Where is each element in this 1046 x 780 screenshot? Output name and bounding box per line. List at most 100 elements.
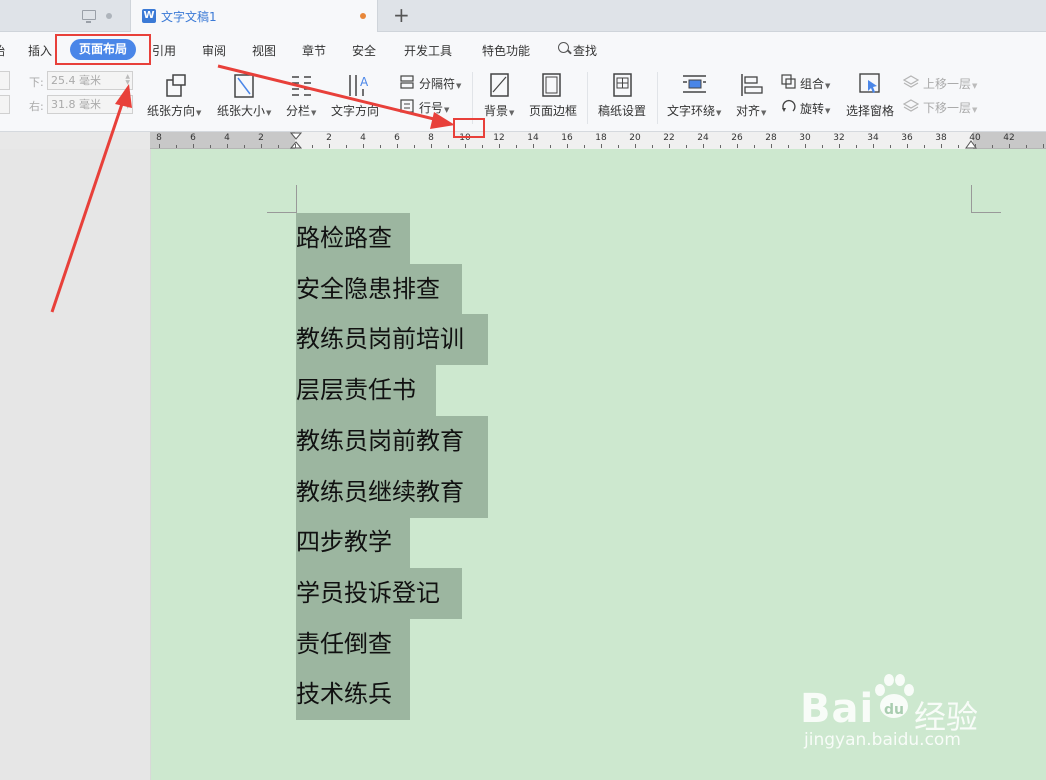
spin-arrows-icon[interactable]: ▲ ▼ [125,74,130,86]
ruler-tick [533,144,534,148]
selection-pane-button[interactable]: 选择窗格 [846,102,894,119]
text-direction-icon[interactable]: A [347,72,373,98]
rotate-button[interactable]: 旋转▼ [800,100,830,117]
document-line[interactable]: 路检路查 [296,213,410,264]
document-line[interactable]: 技术练兵 [296,669,410,720]
ruler-number: 42 [1003,133,1015,143]
ruler-tick [720,145,721,148]
toolbar-divider [587,72,588,124]
document-tab[interactable]: W 文字文稿1 [130,0,378,33]
ruler-tick [635,144,636,148]
toolbar-divider [472,72,473,124]
page-layout-toolbar: 下: 25.4 毫米 ▲ ▼ 右: 31.8 毫米 ▲ ▼ 纸张方向▼ 纸张大小▼ … [0,66,1046,132]
group-button[interactable]: 组合▼ [800,75,830,92]
margin-left-spinner[interactable] [0,95,10,114]
watermark-brand: Bai [800,686,875,732]
document-line[interactable]: 教练员继续教育 [296,467,488,518]
background-button[interactable]: 背景▼ [484,102,514,119]
menu-security[interactable]: 安全 [352,42,376,59]
ruler-tick [703,144,704,148]
ruler-tick [822,145,823,148]
search-icon[interactable] [558,42,569,53]
align-button[interactable]: 对齐▼ [736,102,766,119]
line-number-icon[interactable] [400,99,416,113]
document-line[interactable]: 安全隐患排查 [296,264,462,315]
margin-bottom-label: 下: [29,76,44,89]
menu-view[interactable]: 视图 [252,42,276,59]
text-wrap-button[interactable]: 文字环绕▼ [667,102,721,119]
separator-button[interactable]: 分隔符▼ [419,75,461,92]
first-line-indent-marker[interactable] [290,132,302,149]
baidu-jingyan-watermark: Bai du 经验 jingyan.baidu.com [800,668,1000,768]
svg-text:A: A [360,75,369,89]
ruler-number: 6 [190,133,196,143]
ruler-number: 36 [901,133,913,143]
document-line[interactable]: 教练员岗前培训 [296,314,488,365]
document-line[interactable]: 四步教学 [296,517,410,568]
document-line[interactable]: 责任倒查 [296,619,410,670]
ruler-tick [567,144,568,148]
align-icon[interactable] [740,73,764,97]
page-border-icon[interactable] [541,72,563,98]
page-border-button[interactable]: 页面边框 [529,102,577,119]
menu-chapter[interactable]: 章节 [302,42,326,59]
menu-references[interactable]: 引用 [152,42,176,59]
line-number-button[interactable]: 行号▼ [419,99,449,116]
menu-special[interactable]: 特色功能 [482,42,530,59]
ruler-tick [788,145,789,148]
ruler-tick [839,144,840,148]
margin-right-label: 右: [29,100,44,113]
columns-icon[interactable] [290,74,314,98]
rotate-icon[interactable] [781,98,797,114]
watermark-url: jingyan.baidu.com [804,730,961,750]
document-line[interactable]: 教练员岗前教育 [296,416,488,467]
columns-button[interactable]: 分栏▼ [286,102,316,119]
menu-start[interactable]: 始 [0,42,5,59]
send-backward-button[interactable]: 下移一层▼ [923,99,977,116]
text-direction-button[interactable]: 文字方向 [331,102,379,119]
paper-size-button[interactable]: 纸张大小▼ [217,102,271,119]
document-line[interactable]: 层层责任书 [296,365,436,416]
ruler-number: 2 [326,133,332,143]
background-icon[interactable] [489,72,511,98]
ruler-number: 4 [224,133,230,143]
spin-arrows-icon[interactable]: ▲ ▼ [125,98,130,110]
send-backward-icon[interactable] [903,99,919,113]
crop-mark-top-right [971,185,972,213]
paper-size-icon[interactable] [233,73,257,99]
bring-forward-button[interactable]: 上移一层▼ [923,75,977,92]
ruler-tick [210,145,211,148]
ruler-tick [363,144,364,148]
manuscript-icon[interactable] [612,72,634,98]
crop-mark-top-left [267,212,297,213]
menu-review[interactable]: 审阅 [202,42,226,59]
menu-developer[interactable]: 开发工具 [404,42,452,59]
text-wrap-icon[interactable] [682,74,708,96]
menu-find[interactable]: 查找 [573,42,597,59]
ruler-number: 20 [629,133,641,143]
margin-right-input[interactable]: 31.8 毫米 ▲ ▼ [47,95,133,114]
horizontal-ruler[interactable]: 8 6 4 2 2 4 6 8 10 12 14 16 18 20 22 24 26 28 30 32 34 36 38 40… [150,132,1046,149]
bring-forward-icon[interactable] [903,75,919,89]
ruler-number: 24 [697,133,709,143]
toolbar-divider [657,72,658,124]
monitor-icon[interactable] [82,10,96,23]
paper-orientation-icon[interactable] [163,72,189,98]
separator-icon[interactable] [400,75,416,89]
ruler-number: 22 [663,133,675,143]
margin-bottom-input[interactable]: 25.4 毫米 ▲ ▼ [47,71,133,90]
ruler-number: 40 [969,133,981,143]
paw-logo-icon: du [875,674,914,718]
svg-text:du: du [884,702,904,718]
document-line[interactable]: 学员投诉登记 [296,568,462,619]
group-icon[interactable] [781,74,797,90]
paper-orientation-button[interactable]: 纸张方向▼ [147,102,201,119]
menu-insert[interactable]: 插入 [28,42,52,59]
ruler-number: 28 [765,133,777,143]
selection-pane-icon[interactable] [858,72,882,98]
ruler-number: 12 [493,133,505,143]
ruler-tick [856,145,857,148]
margin-top-spinner[interactable] [0,71,10,90]
new-tab-button[interactable]: + [393,3,410,27]
manuscript-button[interactable]: 稿纸设置 [598,102,646,119]
